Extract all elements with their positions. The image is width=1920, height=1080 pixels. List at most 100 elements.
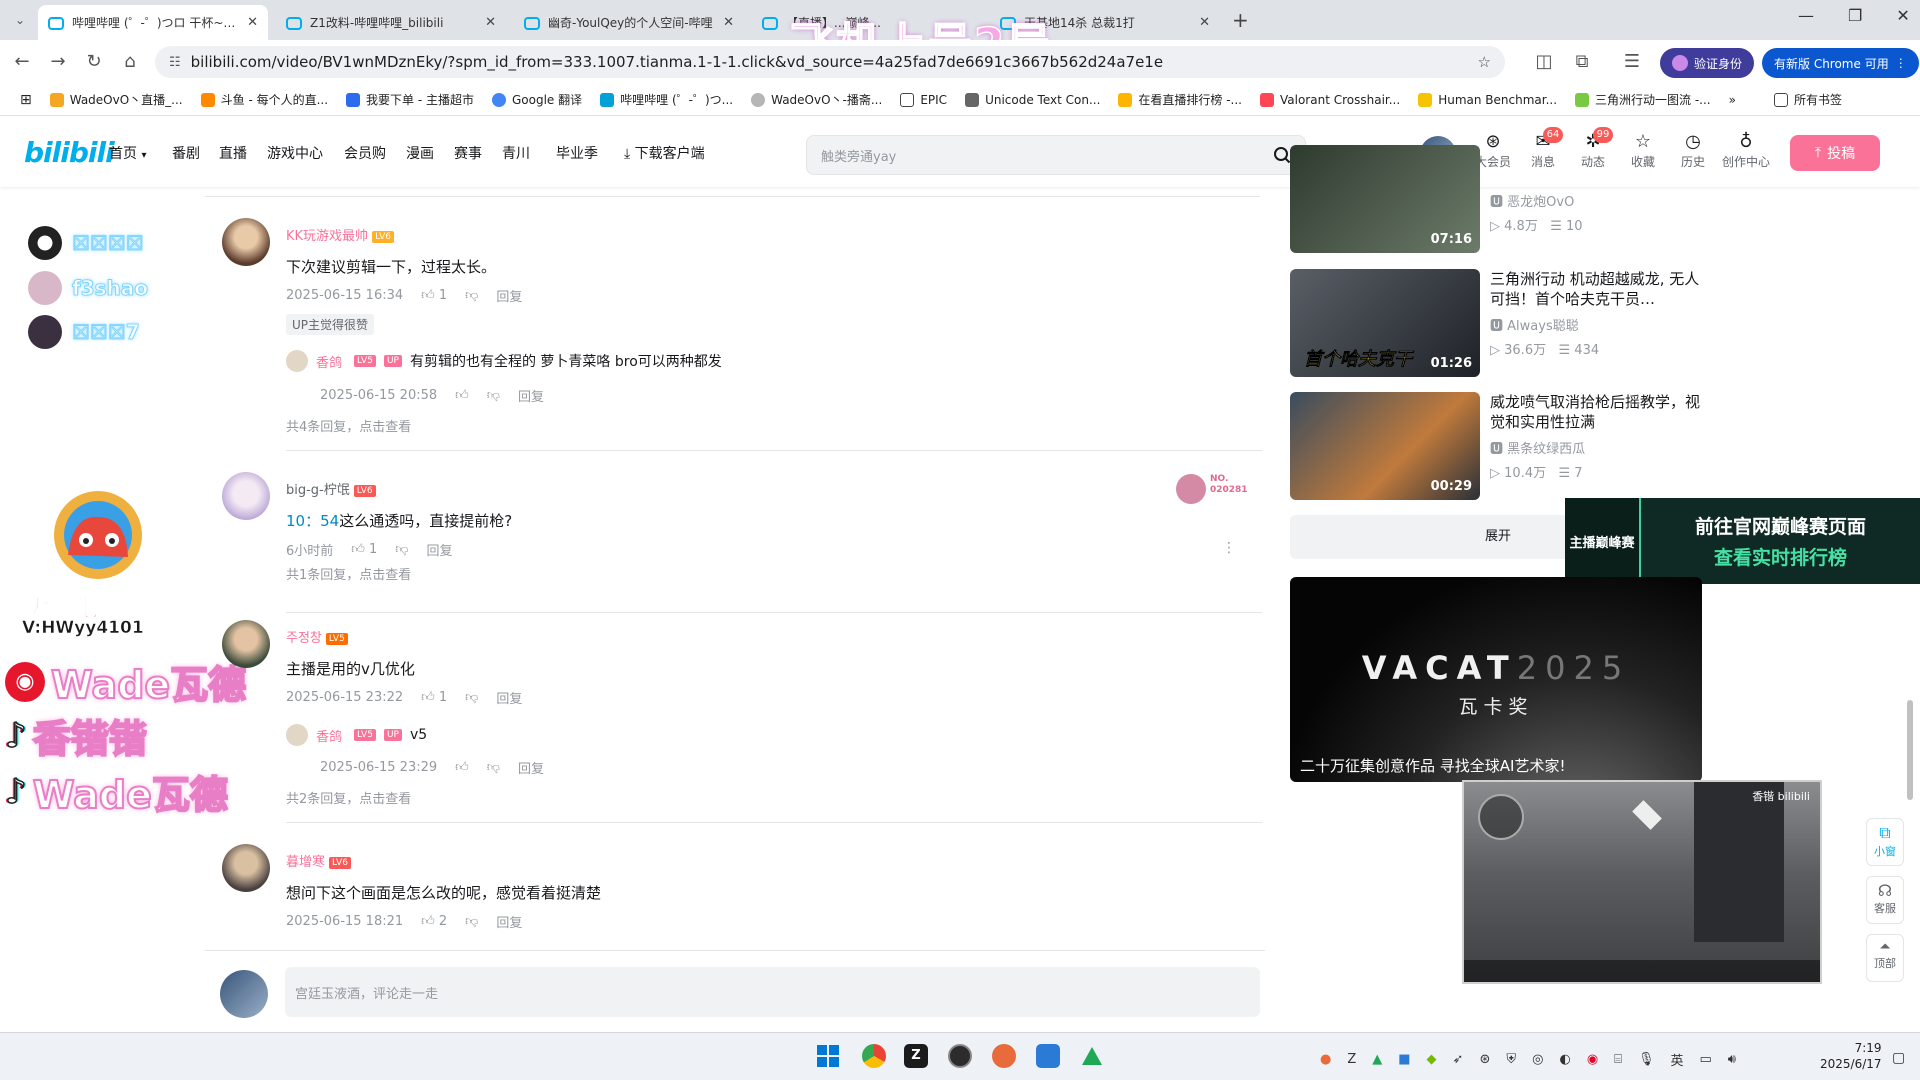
close-icon[interactable]: ✕ <box>723 15 734 30</box>
close-icon[interactable]: ✕ <box>485 15 496 30</box>
tray-gpu-icon[interactable]: ◆ <box>1427 1052 1437 1067</box>
browser-tab[interactable]: 幽奇-YoulQey的个人空间-哔哩 ✕ <box>514 5 744 40</box>
recommend-video[interactable]: 首个哈夫克干 01:26 三角洲行动 机动超越威龙, 无人可挡！首个哈夫克干员…… <box>1290 269 1710 377</box>
puzzle-icon[interactable]: ⧉ <box>1570 50 1594 74</box>
avatar[interactable] <box>222 472 270 520</box>
close-icon[interactable]: ✕ <box>1199 15 1210 30</box>
avatar[interactable] <box>222 620 270 668</box>
home-icon[interactable]: ⌂ <box>118 50 142 74</box>
recommend-video[interactable]: 07:16 🆄︎ 恶龙炮OvO ▷ 4.8万 ☰ 10 <box>1290 145 1710 253</box>
close-window-icon[interactable]: ✕ <box>1896 6 1909 25</box>
nav-graduation[interactable]: 毕业季 <box>556 143 598 163</box>
obs-taskbar-icon[interactable] <box>948 1044 972 1068</box>
dislike-icon[interactable]: 👎︎ <box>487 388 500 403</box>
bookmark-item[interactable]: WadeOvO丶-播斋... <box>751 91 882 108</box>
minimize-icon[interactable]: — <box>1798 6 1814 25</box>
thumb-up-icon[interactable]: 👍︎ <box>455 388 469 403</box>
bookmark-item[interactable]: Google 翻译 <box>492 91 582 108</box>
network-icon[interactable]: ▭ <box>1700 1052 1712 1067</box>
dislike-icon[interactable]: 👎︎ <box>487 760 500 775</box>
nav-game-center[interactable]: 游戏中心 <box>267 143 323 163</box>
nav-bangumi[interactable]: 番剧 <box>172 143 200 163</box>
reply-button[interactable]: 回复 <box>496 912 522 931</box>
avatar[interactable] <box>286 350 308 372</box>
nvidia-taskbar-icon[interactable] <box>1080 1044 1104 1068</box>
back-to-top-button[interactable]: ⏶ 顶部 <box>1866 934 1904 982</box>
bookmark-item[interactable]: 斗鱼 - 每个人的直... <box>200 91 328 108</box>
app-taskbar-icon[interactable] <box>992 1044 1016 1068</box>
bookmark-item[interactable]: 我要下单 - 主播超市 <box>346 91 474 108</box>
tab-search-button[interactable]: ⌄ <box>8 8 32 32</box>
reply-button[interactable]: 回复 <box>496 688 522 707</box>
video-title[interactable]: 威龙喷气取消拾枪后摇教学，视觉和实用性拉满 <box>1490 392 1710 432</box>
comment-username[interactable]: 주정창 LV5 <box>286 627 348 646</box>
video-timestamp-link[interactable]: 10：54 <box>286 512 339 530</box>
tray-app-icon[interactable]: ■ <box>1398 1052 1410 1067</box>
thumb-up-icon[interactable]: 👍︎ <box>455 760 469 775</box>
like-button[interactable]: 👍︎ 1 <box>421 690 447 705</box>
browser-tab[interactable]: Z1改料-哔哩哔哩_bilibili ✕ <box>276 5 506 40</box>
nav-live[interactable]: 直播 <box>219 143 247 163</box>
tray-app-icon[interactable]: ◐ <box>1559 1052 1570 1067</box>
chrome-update-button[interactable]: 有新版 Chrome 可用 ⋮ <box>1762 48 1919 78</box>
search-icon[interactable] <box>1273 146 1291 164</box>
reading-list-icon[interactable]: ☰ <box>1620 50 1644 74</box>
bookmark-item[interactable]: 在看直播排行榜 -... <box>1118 91 1242 108</box>
recommend-video[interactable]: 00:29 威龙喷气取消拾枪后摇教学，视觉和实用性拉满 🆄︎ 黑条纹绿西瓜 ▷ … <box>1290 392 1710 500</box>
back-icon[interactable]: ← <box>10 50 34 74</box>
avatar[interactable] <box>222 218 270 266</box>
apps-icon[interactable]: ⊞ <box>20 92 32 108</box>
like-button[interactable]: 👍︎ 1 <box>351 542 377 557</box>
bookmark-item[interactable]: Unicode Text Con... <box>965 92 1100 107</box>
video-thumbnail[interactable]: 00:29 <box>1290 392 1480 500</box>
reply-button[interactable]: 回复 <box>518 758 544 777</box>
tray-nvidia-icon[interactable]: ▲ <box>1372 1052 1382 1067</box>
notification-icon[interactable]: ▢ <box>1892 1050 1905 1066</box>
tray-shield-icon[interactable]: ⛨ <box>1506 1052 1516 1067</box>
header-creator[interactable]: ♁ 创作中心 <box>1720 131 1772 170</box>
windows-start-icon[interactable] <box>816 1044 840 1068</box>
more-bookmarks-icon[interactable]: » <box>1729 93 1736 107</box>
nav-manga[interactable]: 漫画 <box>406 143 434 163</box>
tray-mic-icon[interactable]: 🎙︎ <box>1638 1052 1655 1067</box>
customer-service-button[interactable]: ☊ 客服 <box>1866 876 1904 924</box>
tray-netease-icon[interactable]: ◉ <box>1587 1052 1598 1067</box>
all-bookmarks[interactable]: 所有书签 <box>1773 91 1842 108</box>
comment-username[interactable]: 暮增寒 LV6 <box>286 851 351 870</box>
new-tab-button[interactable]: + <box>1232 8 1249 32</box>
mini-window-button[interactable]: ⧉ 小窗 <box>1866 818 1904 866</box>
dislike-icon[interactable]: 👎︎ <box>465 288 478 303</box>
notepad-taskbar-icon[interactable] <box>1036 1044 1060 1068</box>
nav-mall[interactable]: 会员购 <box>344 143 386 163</box>
tray-app-icon[interactable]: ● <box>1320 1052 1331 1067</box>
extension-icon[interactable]: ◫ <box>1532 50 1556 74</box>
verify-identity-button[interactable]: 验证身份 <box>1660 48 1755 78</box>
nav-match[interactable]: 赛事 <box>454 143 482 163</box>
dislike-icon[interactable]: 👎︎ <box>395 542 408 557</box>
nav-home[interactable]: 首页 ▾ <box>109 143 146 163</box>
reply-username[interactable]: 香鸽 <box>316 352 342 371</box>
bookmark-item[interactable]: 哔哩哔哩 (゜-゜)つ... <box>600 91 733 108</box>
volume-icon[interactable]: 🔊︎ <box>1728 1052 1736 1067</box>
close-icon[interactable]: ✕ <box>247 15 258 30</box>
comment-input[interactable]: 宫廷玉液酒，评论走一走 <box>285 967 1260 1017</box>
view-more-replies[interactable]: 共1条回复，点击查看 <box>286 564 411 583</box>
nav-qingchuan[interactable]: 青川 <box>502 143 530 163</box>
bookmark-item[interactable]: Valorant Crosshair... <box>1260 92 1400 107</box>
reload-icon[interactable]: ↻ <box>82 50 106 74</box>
forward-icon[interactable]: → <box>46 50 70 74</box>
more-options-icon[interactable]: ⋮ <box>1222 540 1236 556</box>
ime-indicator[interactable]: 英 <box>1670 1050 1683 1069</box>
page-scrollbar[interactable] <box>1907 700 1913 800</box>
tray-zed-icon[interactable]: Z <box>1347 1052 1356 1067</box>
zed-taskbar-icon[interactable]: Z <box>904 1044 928 1068</box>
view-more-replies[interactable]: 共2条回复，点击查看 <box>286 788 411 807</box>
download-client-link[interactable]: ⤓ 下载客户端 <box>624 143 705 163</box>
restore-icon[interactable]: ❐ <box>1848 6 1862 25</box>
like-button[interactable]: 👍︎ 2 <box>421 914 447 929</box>
reply-button[interactable]: 回复 <box>496 286 522 305</box>
video-uploader[interactable]: 🆄︎ 恶龙炮OvO <box>1490 191 1574 210</box>
address-bar[interactable]: ☷ bilibili.com/video/BV1wnMDznEky/?spm_i… <box>155 46 1505 78</box>
avatar[interactable] <box>222 844 270 892</box>
tray-app-icon[interactable]: ⊛ <box>1479 1052 1490 1067</box>
